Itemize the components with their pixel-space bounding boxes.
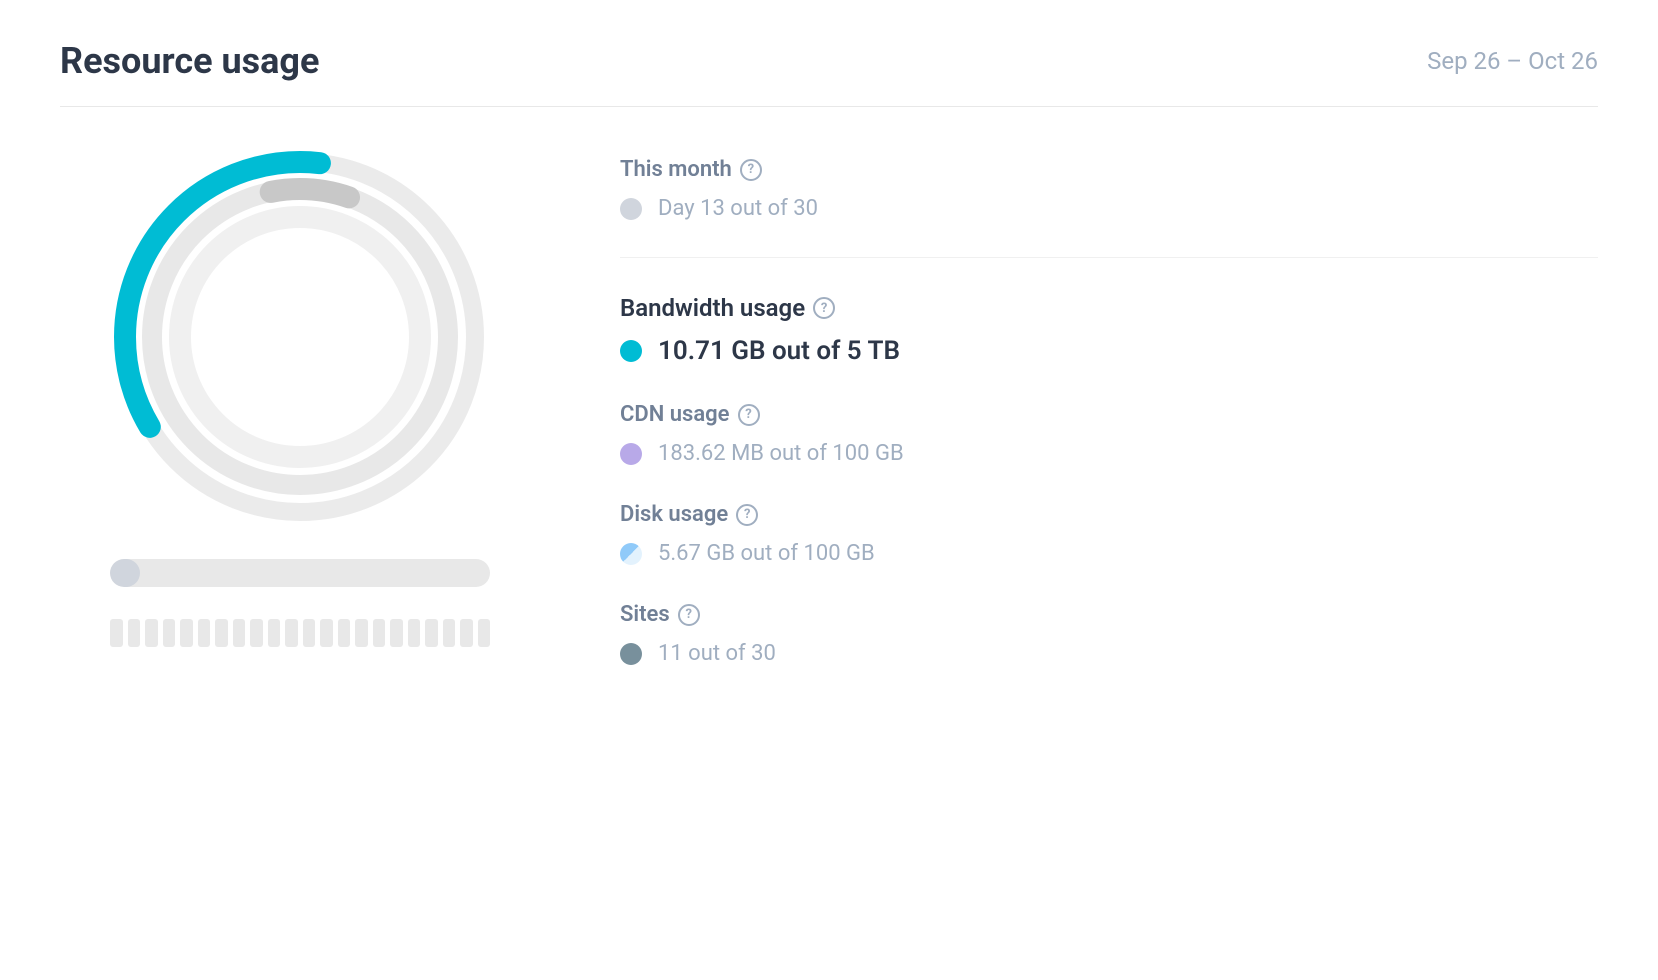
disk-help-icon[interactable]: ? — [736, 504, 758, 526]
disk-group: Disk usage ? 5.67 GB out of 100 GB — [620, 502, 1598, 566]
cdn-value: 183.62 MB out of 100 GB — [658, 441, 904, 466]
skeleton-bar — [145, 619, 158, 647]
cdn-title: CDN usage ? — [620, 402, 1598, 427]
disk-label: Disk usage — [620, 502, 728, 527]
progress-bar — [110, 559, 490, 587]
this-month-value-row: Day 13 out of 30 — [620, 196, 1598, 221]
sites-value: 11 out of 30 — [658, 641, 776, 666]
skeleton-bar — [303, 619, 316, 647]
skeleton-bar — [338, 619, 351, 647]
sites-label: Sites — [620, 602, 670, 627]
this-month-help-icon[interactable]: ? — [740, 159, 762, 181]
bandwidth-value-row: 10.71 GB out of 5 TB — [620, 336, 1598, 366]
content-area: This month ? Day 13 out of 30 Bandwidth … — [60, 147, 1598, 702]
cdn-label: CDN usage — [620, 402, 730, 427]
this-month-title: This month ? — [620, 157, 1598, 182]
donut-chart — [110, 147, 490, 527]
skeleton-bar — [215, 619, 228, 647]
skeleton-bar — [110, 619, 123, 647]
skeleton-bar — [355, 619, 368, 647]
skeleton-bar — [460, 619, 473, 647]
sites-value-row: 11 out of 30 — [620, 641, 1598, 666]
this-month-label: This month — [620, 157, 732, 182]
skeleton-bar — [268, 619, 281, 647]
skeleton-bar — [408, 619, 421, 647]
disk-dot — [620, 543, 642, 565]
disk-value: 5.67 GB out of 100 GB — [658, 541, 875, 566]
skeleton-bars — [110, 619, 490, 647]
date-range: Sep 26 – Oct 26 — [1427, 47, 1598, 75]
this-month-dot — [620, 198, 642, 220]
bandwidth-help-icon[interactable]: ? — [813, 297, 835, 319]
sites-group: Sites ? 11 out of 30 — [620, 602, 1598, 666]
progress-bar-fill — [110, 559, 140, 587]
chart-section — [60, 147, 540, 647]
bandwidth-label: Bandwidth usage — [620, 294, 805, 322]
skeleton-bar — [425, 619, 438, 647]
skeleton-bar — [233, 619, 246, 647]
this-month-group: This month ? Day 13 out of 30 — [620, 157, 1598, 221]
cdn-group: CDN usage ? 183.62 MB out of 100 GB — [620, 402, 1598, 466]
skeleton-bar — [320, 619, 333, 647]
divider-1 — [620, 257, 1598, 258]
disk-value-row: 5.67 GB out of 100 GB — [620, 541, 1598, 566]
disk-title: Disk usage ? — [620, 502, 1598, 527]
skeleton-bar — [285, 619, 298, 647]
stats-section: This month ? Day 13 out of 30 Bandwidth … — [620, 147, 1598, 702]
skeleton-bar — [390, 619, 403, 647]
skeleton-bar — [163, 619, 176, 647]
sites-help-icon[interactable]: ? — [678, 604, 700, 626]
bandwidth-group: Bandwidth usage ? 10.71 GB out of 5 TB — [620, 294, 1598, 366]
sites-title: Sites ? — [620, 602, 1598, 627]
bandwidth-title: Bandwidth usage ? — [620, 294, 1598, 322]
skeleton-bar — [180, 619, 193, 647]
skeleton-bar — [128, 619, 141, 647]
skeleton-bar — [373, 619, 386, 647]
page-container: Resource usage Sep 26 – Oct 26 — [0, 0, 1658, 742]
skeleton-bar — [443, 619, 456, 647]
page-header: Resource usage Sep 26 – Oct 26 — [60, 40, 1598, 107]
page-title: Resource usage — [60, 40, 319, 82]
bandwidth-value: 10.71 GB out of 5 TB — [658, 336, 900, 366]
skeleton-bar — [250, 619, 263, 647]
bandwidth-dot — [620, 340, 642, 362]
cdn-value-row: 183.62 MB out of 100 GB — [620, 441, 1598, 466]
this-month-value: Day 13 out of 30 — [658, 196, 818, 221]
sites-dot — [620, 643, 642, 665]
skeleton-bar — [198, 619, 211, 647]
skeleton-bar — [478, 619, 491, 647]
cdn-help-icon[interactable]: ? — [738, 404, 760, 426]
cdn-dot — [620, 443, 642, 465]
